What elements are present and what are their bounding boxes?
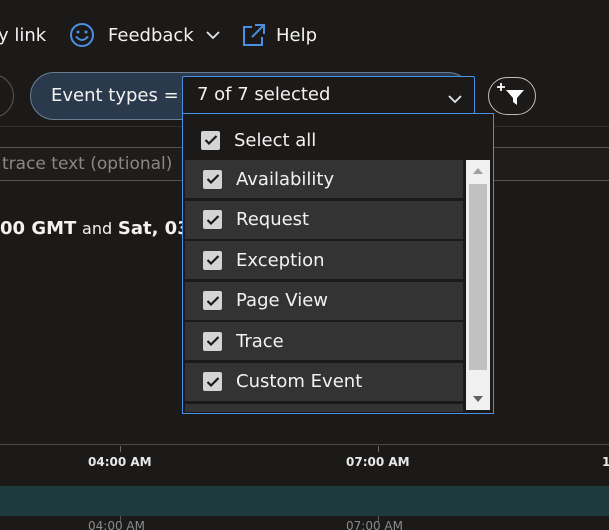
time-brush-band[interactable] bbox=[0, 486, 609, 516]
list-item[interactable] bbox=[185, 403, 463, 412]
chevron-down-icon bbox=[206, 30, 220, 40]
checkbox[interactable] bbox=[203, 291, 222, 311]
range-start: 00 GMT bbox=[0, 218, 77, 239]
range-end: Sat, 03 bbox=[117, 218, 190, 239]
checkbox[interactable] bbox=[203, 250, 222, 270]
range-connector: and bbox=[82, 219, 113, 238]
x-tick-label: 1 bbox=[602, 455, 609, 469]
add-filter-icon bbox=[497, 81, 527, 111]
checkbox[interactable] bbox=[203, 210, 222, 230]
checkbox[interactable] bbox=[203, 331, 222, 351]
chart-x-axis bbox=[0, 444, 609, 445]
help-label: Help bbox=[276, 24, 318, 46]
x-tick bbox=[378, 446, 379, 452]
minimap-tick-label: 07:00 AM bbox=[346, 519, 403, 530]
help-button[interactable]: Help bbox=[240, 20, 317, 50]
x-tick bbox=[120, 446, 121, 452]
list-item[interactable]: Custom Event bbox=[185, 362, 463, 401]
x-tick-label: 04:00 AM bbox=[88, 455, 152, 469]
feedback-label: Feedback bbox=[108, 24, 194, 46]
select-all-option[interactable]: Select all bbox=[183, 122, 493, 158]
list-item-label: Custom Event bbox=[236, 371, 363, 393]
command-bar: y link Feedback Help bbox=[0, 0, 609, 70]
list-item-label: Exception bbox=[236, 249, 325, 271]
select-all-label: Select all bbox=[234, 129, 317, 151]
copy-link-label: y link bbox=[0, 24, 47, 46]
list-item-label: Availability bbox=[236, 168, 335, 190]
scroll-down-arrow-icon[interactable] bbox=[466, 388, 490, 410]
event-types-selected-value: 7 of 7 selected bbox=[197, 84, 331, 105]
checkbox[interactable] bbox=[203, 169, 222, 189]
list-item[interactable]: Exception bbox=[185, 241, 463, 280]
time-range-text: 00 GMT and Sat, 03 bbox=[0, 218, 190, 239]
chevron-down-icon bbox=[448, 89, 462, 108]
feedback-button[interactable]: Feedback bbox=[68, 20, 220, 50]
event-type-list: Availability Request Exception Page View… bbox=[185, 160, 465, 412]
event-types-select[interactable]: 7 of 7 selected bbox=[182, 76, 475, 114]
copy-link-button[interactable]: y link bbox=[0, 20, 46, 50]
list-item-label: Request bbox=[236, 209, 310, 231]
scrollbar-thumb[interactable] bbox=[469, 184, 487, 370]
add-filter-button[interactable] bbox=[488, 77, 536, 115]
external-link-icon bbox=[240, 21, 268, 49]
event-types-label: Event types = bbox=[51, 85, 179, 106]
app-window: y link Feedback Help Event types = 7 of … bbox=[0, 0, 609, 530]
filter-pill-partial[interactable] bbox=[0, 74, 14, 118]
checkbox[interactable] bbox=[201, 130, 220, 150]
list-item[interactable]: Request bbox=[185, 200, 463, 239]
x-tick-label: 07:00 AM bbox=[346, 455, 410, 469]
list-item-label: Trace bbox=[236, 330, 284, 352]
list-item[interactable]: Page View bbox=[185, 281, 463, 320]
minimap-tick-label: 04:00 AM bbox=[88, 519, 145, 530]
list-item-label: Page View bbox=[236, 290, 329, 312]
scroll-up-arrow-icon[interactable] bbox=[466, 160, 490, 182]
list-item[interactable]: Availability bbox=[185, 160, 463, 198]
list-item[interactable]: Trace bbox=[185, 322, 463, 361]
smiley-icon bbox=[68, 21, 96, 49]
checkbox[interactable] bbox=[203, 372, 222, 392]
event-types-dropdown: Select all Availability Request Exceptio… bbox=[182, 113, 494, 414]
dropdown-scrollbar[interactable] bbox=[466, 160, 490, 410]
